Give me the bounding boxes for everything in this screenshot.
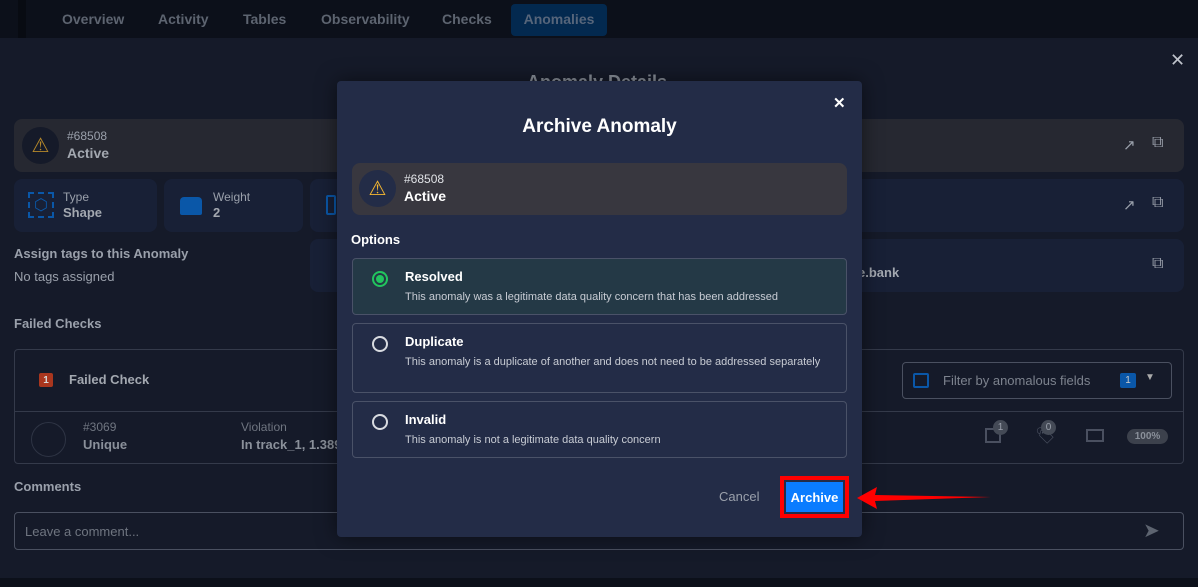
filter-anomalous-fields-select[interactable]: Filter by anomalous fields 1 ▼ (902, 362, 1172, 399)
source-value: e.bank (858, 265, 900, 280)
open-link-icon[interactable]: ↗ (1123, 196, 1136, 214)
sidebar-edge (18, 0, 26, 38)
tags-count-badge: 0 (1041, 420, 1056, 435)
filter-count-badge: 1 (1120, 373, 1136, 388)
tab-anomalies[interactable]: Anomalies (511, 4, 607, 36)
copy-icon[interactable]: ⧉ (1152, 134, 1163, 152)
option-invalid[interactable]: Invalid This anomaly is not a legitimate… (352, 401, 847, 458)
failed-checks-heading: Failed Checks (14, 316, 102, 331)
coverage-badge: 100% (1127, 429, 1168, 444)
close-details-icon[interactable]: ✕ (1170, 50, 1185, 71)
warning-icon: ⚠ (22, 127, 59, 164)
archive-anomaly-dialog: ✕ Archive Anomaly ⚠ #68508 Active Option… (337, 81, 862, 537)
chevron-down-icon: ▼ (1145, 372, 1155, 383)
option-description: This anomaly was a legitimate data quali… (405, 291, 778, 303)
type-value: Shape (63, 205, 103, 220)
anomaly-id: #68508 (404, 172, 445, 186)
option-resolved[interactable]: Resolved This anomaly was a legitimate d… (352, 258, 847, 315)
type-label: Type (63, 190, 90, 204)
tab-checks[interactable]: Checks (430, 4, 504, 36)
annotation-arrow (857, 487, 991, 509)
option-description: This anomaly is a duplicate of another a… (405, 356, 821, 368)
monitor-icon (1086, 429, 1104, 442)
option-duplicate[interactable]: Duplicate This anomaly is a duplicate of… (352, 323, 847, 393)
anomaly-id: #68508 (67, 129, 108, 143)
cancel-button[interactable]: Cancel (719, 489, 759, 504)
options-heading: Options (351, 232, 401, 247)
radio-selected[interactable] (372, 271, 388, 287)
tab-observability[interactable]: Observability (309, 4, 422, 36)
tab-overview[interactable]: Overview (50, 4, 136, 36)
radio-unselected[interactable] (372, 336, 388, 352)
failed-check-label: Failed Check (69, 372, 150, 387)
comments-heading: Comments (14, 479, 82, 494)
tags-heading: Assign tags to this Anomaly (14, 246, 189, 261)
bottom-bar (0, 578, 1198, 587)
columns-icon (913, 373, 929, 388)
close-icon[interactable]: ✕ (833, 94, 846, 112)
copy-icon[interactable]: ⧉ (1152, 194, 1163, 212)
anomaly-status-card: ⚠ #68508 Active (352, 163, 847, 215)
weight-icon (180, 197, 202, 215)
weight-label: Weight (213, 190, 251, 204)
filter-placeholder: Filter by anomalous fields (943, 373, 1091, 388)
archive-button[interactable]: Archive (786, 482, 843, 512)
option-description: This anomaly is not a legitimate data qu… (405, 434, 661, 446)
radio-unselected[interactable] (372, 414, 388, 430)
cube-icon: ⬡ (28, 192, 54, 218)
option-label: Invalid (405, 412, 447, 427)
option-label: Duplicate (405, 334, 464, 349)
dialog-title: Archive Anomaly (522, 116, 677, 137)
check-id[interactable]: #3069 (83, 420, 116, 434)
warning-icon: ⚠ (359, 170, 396, 207)
tab-tables[interactable]: Tables (231, 4, 298, 36)
check-rule-icon (31, 422, 66, 457)
weight-value: 2 (213, 205, 221, 220)
copy-icon[interactable]: ⧉ (1152, 255, 1163, 273)
failed-check-count-badge: 1 (39, 373, 53, 387)
violation-value: In track_1, 1.389 (241, 437, 342, 452)
violation-label: Violation (241, 420, 287, 434)
fields-count-badge: 1 (993, 420, 1008, 435)
option-label: Resolved (405, 269, 463, 284)
tags-empty[interactable]: No tags assigned (14, 269, 114, 284)
comment-placeholder: Leave a comment... (25, 524, 140, 539)
check-rule: Unique (83, 437, 128, 452)
anomaly-status: Active (404, 188, 447, 204)
type-card: ⬡ Type Shape (14, 179, 157, 232)
tab-activity[interactable]: Activity (146, 4, 221, 36)
send-icon[interactable]: ➤ (1143, 518, 1160, 543)
weight-card: Weight 2 (164, 179, 303, 232)
open-link-icon[interactable]: ↗ (1123, 136, 1136, 154)
calendar-icon (326, 195, 336, 215)
anomaly-status: Active (67, 145, 110, 161)
top-nav: Overview Activity Tables Observability C… (0, 0, 1198, 38)
